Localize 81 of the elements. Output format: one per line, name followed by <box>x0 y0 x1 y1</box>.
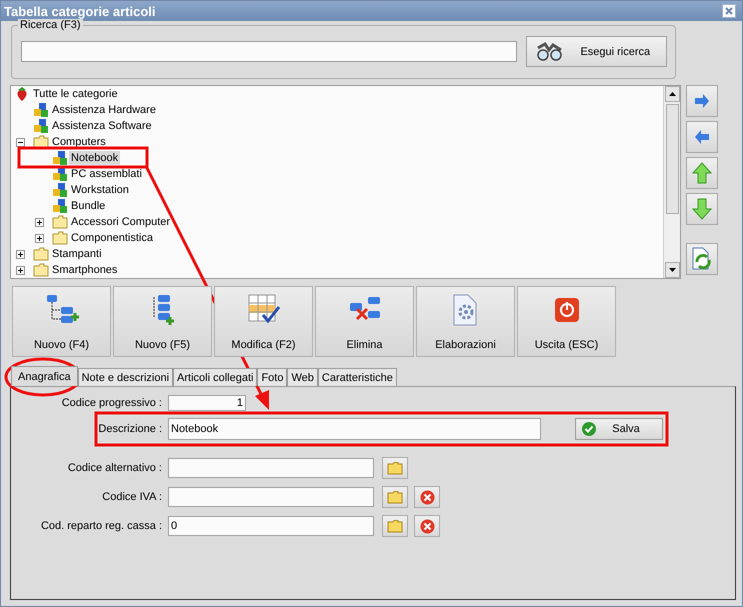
tree-item[interactable]: Workstation <box>69 183 131 197</box>
expander-icon[interactable] <box>16 138 25 146</box>
clear-button[interactable] <box>414 486 440 508</box>
search-button[interactable]: Esegui ricerca <box>526 36 667 67</box>
expander-icon[interactable] <box>35 218 44 226</box>
browse-button[interactable] <box>382 486 408 508</box>
tree-item[interactable]: Computers <box>50 135 108 149</box>
folder-icon <box>387 490 403 504</box>
arrow-right-icon <box>694 94 710 108</box>
binoculars-icon <box>534 42 565 62</box>
close-icon <box>420 518 434 534</box>
input-field[interactable]: Notebook <box>168 418 541 440</box>
field-label: Codice IVA : <box>102 491 162 503</box>
input-field[interactable] <box>168 458 374 478</box>
tree-item[interactable]: Bundle <box>69 199 108 213</box>
field-label: Descrizione : <box>98 423 162 435</box>
field-label: Codice alternativo : <box>68 462 162 474</box>
browse-button[interactable] <box>382 515 408 537</box>
tab[interactable]: Caratteristiche <box>318 368 397 386</box>
cubes-icon <box>52 182 68 198</box>
cubes-icon <box>52 198 68 214</box>
scrollbar[interactable] <box>663 86 680 278</box>
window-title: Tabella categorie articoli <box>4 4 156 18</box>
tree-item[interactable]: Tutte le categorie <box>31 87 120 101</box>
cubes-icon <box>52 150 68 166</box>
move-left-button[interactable] <box>686 121 718 153</box>
move-up-button[interactable] <box>686 157 718 189</box>
toolbar-button[interactable]: Modifica (F2) <box>214 286 313 357</box>
input-field[interactable] <box>168 487 374 507</box>
tree-item[interactable]: PC assemblati <box>69 167 144 181</box>
toolbar-button[interactable]: Uscita (ESC) <box>517 286 616 357</box>
clear-button[interactable] <box>414 515 440 537</box>
save-button[interactable]: Salva <box>575 418 663 440</box>
tab[interactable]: Note e descrizioni <box>78 368 174 386</box>
move-right-button[interactable] <box>686 85 718 117</box>
cubes-icon <box>33 102 49 118</box>
toolbar-button[interactable]: Elaborazioni <box>416 286 515 357</box>
expander-icon[interactable] <box>16 250 25 258</box>
folder-icon <box>52 215 68 229</box>
refresh-button[interactable] <box>686 243 718 275</box>
folder-icon <box>33 263 49 277</box>
browse-button[interactable] <box>382 457 408 479</box>
refresh-page-icon <box>691 247 713 271</box>
tree-item[interactable]: Componentistica <box>69 231 155 245</box>
arrow-up-icon <box>692 162 712 184</box>
close-icon <box>420 490 434 504</box>
scroll-up-icon[interactable] <box>664 86 680 102</box>
tree-item[interactable]: Notebook <box>69 151 120 165</box>
folder-icon <box>387 520 403 532</box>
scroll-down-icon[interactable] <box>664 262 680 278</box>
group-legend: Ricerca (F3) <box>18 19 83 31</box>
input-field[interactable]: 1 <box>168 395 246 411</box>
folder-icon <box>52 231 68 245</box>
arrow-left-icon <box>694 130 710 144</box>
tab[interactable]: Articoli collegati <box>173 368 258 386</box>
tab[interactable]: Anagrafica <box>11 366 78 386</box>
field-label: Cod. reparto reg. cassa : <box>40 520 162 532</box>
search-field[interactable] <box>21 41 517 62</box>
folder-icon <box>387 462 403 474</box>
folder-icon <box>33 135 49 149</box>
toolbar-button[interactable]: Nuovo (F5) <box>113 286 212 357</box>
tab[interactable]: Foto <box>257 368 288 386</box>
field-label: Codice progressivo : <box>62 397 162 409</box>
toolbar-button[interactable]: Elimina <box>315 286 414 357</box>
expander-icon[interactable] <box>16 266 25 274</box>
tree-item[interactable]: Assistenza Hardware <box>50 103 158 117</box>
arrow-down-icon <box>692 198 712 220</box>
move-down-button[interactable] <box>686 193 718 225</box>
cubes-icon <box>33 118 49 134</box>
tab[interactable]: Web <box>287 368 318 386</box>
input-field[interactable]: 0 <box>168 516 374 536</box>
tree-item[interactable]: Smartphones <box>50 263 120 277</box>
toolbar-button[interactable]: Nuovo (F4) <box>12 286 111 357</box>
close-icon[interactable] <box>722 4 736 18</box>
tree-item[interactable]: Assistenza Software <box>50 119 154 133</box>
tree-item[interactable]: Accessori Computer <box>69 215 172 229</box>
expander-icon[interactable] <box>35 234 44 242</box>
check-icon <box>582 422 596 436</box>
tree-item[interactable]: Stampanti <box>50 247 104 261</box>
cubes-icon <box>52 166 68 182</box>
folder-icon <box>33 247 49 261</box>
